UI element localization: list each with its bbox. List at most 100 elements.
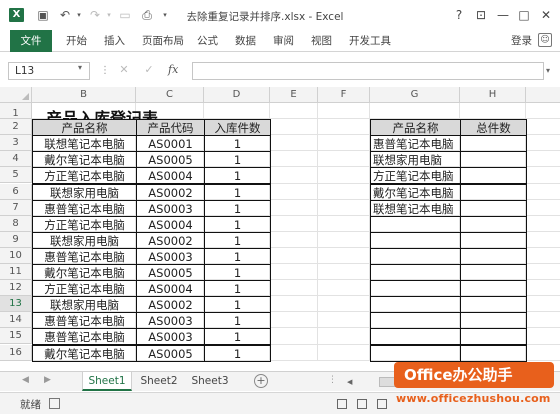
- cell-product-code[interactable]: AS0003: [136, 199, 205, 217]
- summary-cell-product-name[interactable]: [370, 328, 461, 346]
- tab-formulas[interactable]: 公式: [197, 33, 218, 49]
- cell-quantity[interactable]: 1: [204, 247, 271, 265]
- column-header-h[interactable]: H: [460, 87, 526, 103]
- column-header-c[interactable]: C: [136, 87, 204, 103]
- header-cell-product-name[interactable]: 产品名称: [32, 119, 137, 137]
- summary-cell-total-count[interactable]: [460, 296, 527, 314]
- summary-cell-total-count[interactable]: [460, 215, 527, 233]
- cell-product-name[interactable]: 戴尔笔记本电脑: [32, 264, 137, 282]
- cell-quantity[interactable]: 1: [204, 344, 271, 362]
- cell-product-code[interactable]: AS0002: [136, 231, 205, 249]
- row-header-8[interactable]: 8: [0, 215, 32, 232]
- cell-product-name[interactable]: 联想家用电脑: [32, 296, 137, 314]
- confirm-entry-icon[interactable]: ✓: [142, 63, 156, 77]
- row-header-11[interactable]: 11: [0, 264, 32, 281]
- tab-data[interactable]: 数据: [235, 33, 256, 49]
- tab-developer[interactable]: 开发工具: [349, 33, 391, 49]
- cell-quantity[interactable]: 1: [204, 264, 271, 282]
- cell-product-code[interactable]: AS0003: [136, 312, 205, 330]
- row-header-10[interactable]: 10: [0, 247, 32, 264]
- cell-product-code[interactable]: AS0002: [136, 296, 205, 314]
- cell-quantity[interactable]: 1: [204, 215, 271, 233]
- summary-cell-total-count[interactable]: [460, 231, 527, 249]
- row-header-14[interactable]: 14: [0, 312, 32, 329]
- cell-product-code[interactable]: AS0002: [136, 183, 205, 201]
- header-cell-product-code[interactable]: 产品代码: [136, 119, 205, 137]
- summary-cell-product-name[interactable]: [370, 231, 461, 249]
- cell-product-code[interactable]: AS0004: [136, 167, 205, 185]
- summary-cell-product-name[interactable]: [370, 312, 461, 330]
- page-break-view-icon[interactable]: [377, 399, 387, 409]
- feedback-smiley-icon[interactable]: ☺: [538, 33, 552, 47]
- summary-cell-product-name[interactable]: [370, 247, 461, 265]
- formula-input[interactable]: [192, 62, 544, 80]
- summary-cell-product-name[interactable]: [370, 344, 461, 362]
- undo-icon[interactable]: ↶: [58, 8, 72, 22]
- cell-quantity[interactable]: 1: [204, 135, 271, 153]
- worksheet-grid[interactable]: BCDEFGH12345678910111213141516产品入库登记表产品名…: [0, 87, 560, 371]
- select-all-corner[interactable]: [0, 87, 32, 103]
- insert-function-button[interactable]: fx: [168, 63, 178, 76]
- tab-page-layout[interactable]: 页面布局: [142, 33, 184, 49]
- summary-cell-product-name[interactable]: 联想家用电脑: [370, 151, 461, 169]
- maximize-button[interactable]: □: [516, 7, 532, 23]
- scroll-left-icon[interactable]: ◀: [347, 376, 357, 388]
- row-header-9[interactable]: 9: [0, 231, 32, 248]
- column-header-partial[interactable]: [526, 87, 560, 103]
- cell-product-name[interactable]: 惠普笔记本电脑: [32, 312, 137, 330]
- close-button[interactable]: ✕: [538, 7, 554, 23]
- cell-product-code[interactable]: AS0004: [136, 215, 205, 233]
- cell-quantity[interactable]: 1: [204, 167, 271, 185]
- summary-cell-total-count[interactable]: [460, 328, 527, 346]
- row-header-5[interactable]: 5: [0, 167, 32, 184]
- summary-cell-total-count[interactable]: [460, 183, 527, 201]
- sheet-tab-1[interactable]: Sheet1: [82, 372, 132, 391]
- tab-review[interactable]: 审阅: [273, 33, 294, 49]
- normal-view-icon[interactable]: [337, 399, 347, 409]
- undo-dropdown-icon[interactable]: ▾: [72, 8, 86, 22]
- cell-quantity[interactable]: 1: [204, 328, 271, 346]
- column-header-b[interactable]: B: [32, 87, 136, 103]
- redo-icon[interactable]: ↷: [88, 8, 102, 22]
- column-header-d[interactable]: D: [204, 87, 270, 103]
- column-header-f[interactable]: F: [318, 87, 370, 103]
- help-icon[interactable]: ?: [451, 7, 467, 23]
- tab-view[interactable]: 视图: [311, 33, 332, 49]
- expand-formula-bar-icon[interactable]: ▾: [546, 66, 550, 75]
- tab-file[interactable]: 文件: [10, 30, 52, 52]
- summary-cell-total-count[interactable]: [460, 280, 527, 298]
- row-header-2[interactable]: 2: [0, 119, 32, 136]
- cancel-entry-icon[interactable]: ✕: [117, 63, 131, 77]
- cell-product-code[interactable]: AS0001: [136, 135, 205, 153]
- header-cell-quantity[interactable]: 入库件数: [204, 119, 271, 137]
- cell-quantity[interactable]: 1: [204, 231, 271, 249]
- save-icon[interactable]: ▣: [36, 8, 50, 22]
- summary-header-cell-product-name[interactable]: 产品名称: [370, 119, 461, 137]
- summary-cell-total-count[interactable]: [460, 135, 527, 153]
- summary-cell-product-name[interactable]: 戴尔笔记本电脑: [370, 183, 461, 201]
- sheet-prev-icon[interactable]: ◀: [22, 375, 29, 385]
- cell-product-name[interactable]: 戴尔笔记本电脑: [32, 151, 137, 169]
- add-sheet-button[interactable]: +: [254, 374, 268, 388]
- summary-cell-product-name[interactable]: 惠普笔记本电脑: [370, 135, 461, 153]
- cell-product-name[interactable]: 惠普笔记本电脑: [32, 328, 137, 346]
- cell-product-name[interactable]: 惠普笔记本电脑: [32, 247, 137, 265]
- summary-cell-product-name[interactable]: [370, 264, 461, 282]
- cell-quantity[interactable]: 1: [204, 199, 271, 217]
- login-link[interactable]: 登录: [511, 33, 532, 49]
- row-header-13[interactable]: 13: [0, 296, 32, 313]
- page-layout-view-icon[interactable]: [357, 399, 367, 409]
- row-header-7[interactable]: 7: [0, 199, 32, 216]
- cell-product-code[interactable]: AS0003: [136, 328, 205, 346]
- summary-cell-product-name[interactable]: [370, 280, 461, 298]
- cell-product-name[interactable]: 方正笔记本电脑: [32, 280, 137, 298]
- summary-cell-product-name[interactable]: 方正笔记本电脑: [370, 167, 461, 185]
- minimize-button[interactable]: —: [495, 7, 511, 23]
- cell-product-name[interactable]: 方正笔记本电脑: [32, 167, 137, 185]
- cell-quantity[interactable]: 1: [204, 296, 271, 314]
- cell-product-code[interactable]: AS0005: [136, 151, 205, 169]
- cell-product-name[interactable]: 联想笔记本电脑: [32, 135, 137, 153]
- summary-header-cell-total-count[interactable]: 总件数: [460, 119, 527, 137]
- cell-product-name[interactable]: 方正笔记本电脑: [32, 215, 137, 233]
- cell-product-name[interactable]: 联想家用电脑: [32, 231, 137, 249]
